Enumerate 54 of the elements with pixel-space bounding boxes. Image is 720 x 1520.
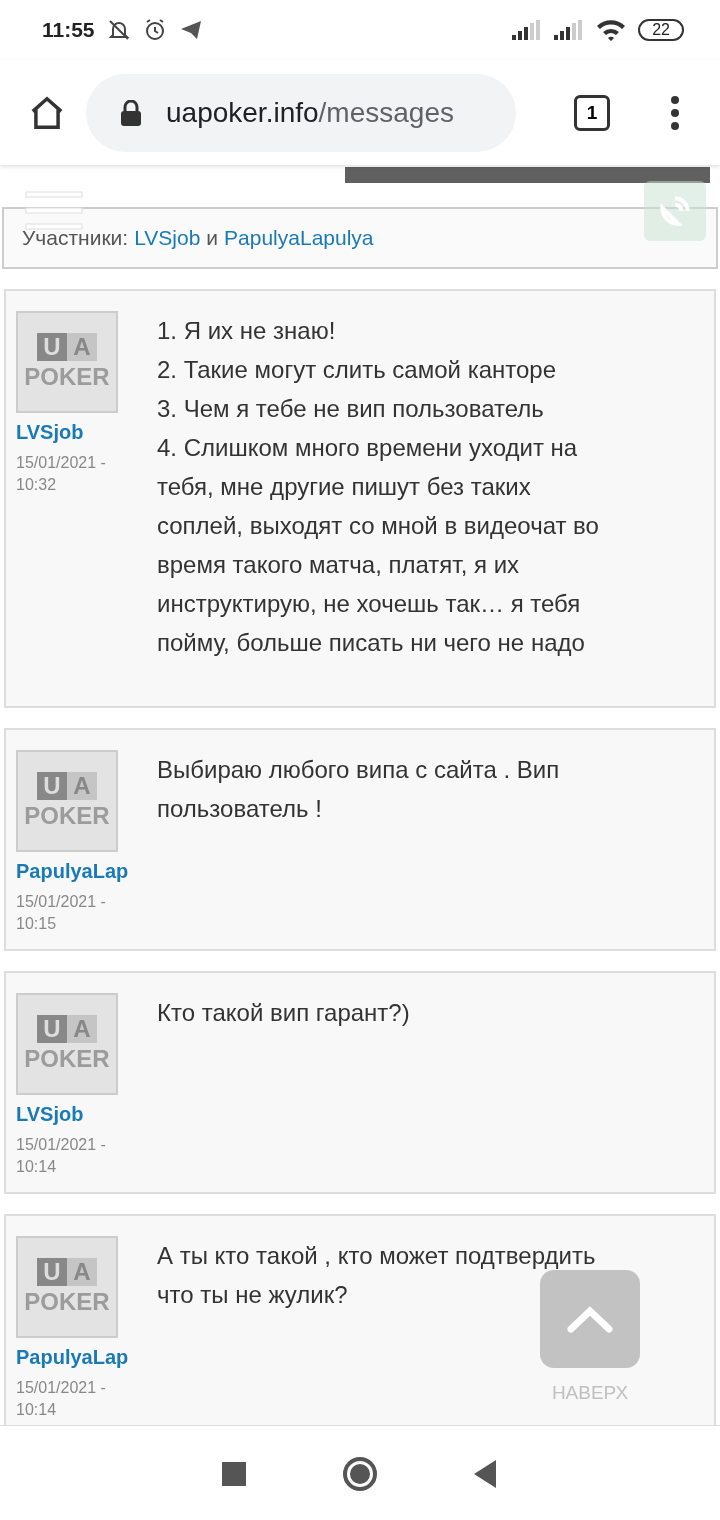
message-date: 15/01/2021 - 10:14: [16, 1378, 107, 1420]
signal-icon: [512, 20, 543, 40]
user-link[interactable]: LVSjob: [134, 226, 201, 250]
author-link[interactable]: LVSjob: [16, 421, 136, 444]
author-link[interactable]: PapulyaLap: [16, 860, 136, 883]
logo-letter: A: [67, 333, 97, 361]
message-text: время такого матча, платят, я их: [157, 550, 521, 580]
user-link[interactable]: PapulyaLapulya: [224, 226, 374, 250]
lock-icon: [120, 99, 142, 126]
logo-word: POKER: [24, 802, 110, 830]
scroll-top-label: НАВЕРХ: [551, 1382, 629, 1404]
author-link[interactable]: LVSjob: [16, 1103, 136, 1126]
tab-count-button[interactable]: 1: [574, 94, 610, 131]
logo-letter: U: [37, 1258, 67, 1286]
recents-icon[interactable]: [222, 1461, 246, 1486]
message-date: 15/01/2021 - 10:14: [16, 1135, 107, 1177]
message-date: 15/01/2021 - 10:32: [16, 453, 107, 495]
logo-letter: A: [67, 772, 97, 800]
message-text: тебя, мне другие пишут без таких: [157, 472, 532, 502]
feed-button[interactable]: [644, 181, 706, 241]
bell-off-icon: [106, 18, 131, 42]
more-menu-icon[interactable]: [670, 95, 680, 130]
back-icon[interactable]: [474, 1459, 498, 1488]
logo-letter: A: [67, 1015, 97, 1043]
message-text: 3. Чем я тебе не вип пользователь: [157, 394, 545, 424]
signal-icon: [554, 20, 585, 40]
message-text: пойму, больше писать ни чего не надо: [157, 628, 586, 658]
message-date: 15/01/2021 - 10:15: [16, 892, 107, 934]
message-text: Кто такой вип гарант?): [157, 998, 410, 1028]
logo-word: POKER: [24, 1288, 110, 1316]
message-text: Выбираю любого випа с сайта . Вип: [157, 755, 560, 785]
logo-letter: U: [37, 1015, 67, 1043]
message-text: что ты не жулик?: [157, 1280, 349, 1310]
message-text: 4. Слишком много времени уходит на: [157, 433, 579, 463]
message-text: соплей, выходят со мной в видеочат во: [157, 511, 599, 541]
logo-word: POKER: [24, 363, 110, 391]
status-time: 11:55: [42, 18, 95, 42]
battery-level: 22: [638, 19, 684, 41]
author-link[interactable]: PapulyaLap: [16, 1346, 136, 1369]
message-text: пользователь !: [157, 794, 323, 824]
logo-word: POKER: [24, 1045, 110, 1073]
participants-label: Участники:: [22, 226, 129, 250]
message-text: 1. Я их не знаю!: [157, 316, 337, 346]
message-text: 2. Такие могут слить самой канторе: [157, 355, 558, 385]
logo-letter: U: [37, 772, 67, 800]
conjunction-text: и: [206, 226, 219, 250]
chevron-up-icon: [567, 1305, 613, 1333]
logo-letter: U: [37, 333, 67, 361]
home-circle-icon[interactable]: [342, 1455, 378, 1492]
logo-letter: A: [67, 1258, 97, 1286]
wifi-icon: [596, 18, 627, 42]
message-text: А ты кто такой , кто может подтвердить: [157, 1241, 596, 1271]
address-bar[interactable]: uapoker.info/messages: [86, 73, 516, 152]
message-text: инструктирую, не хочешь так… я тебя: [157, 589, 582, 619]
